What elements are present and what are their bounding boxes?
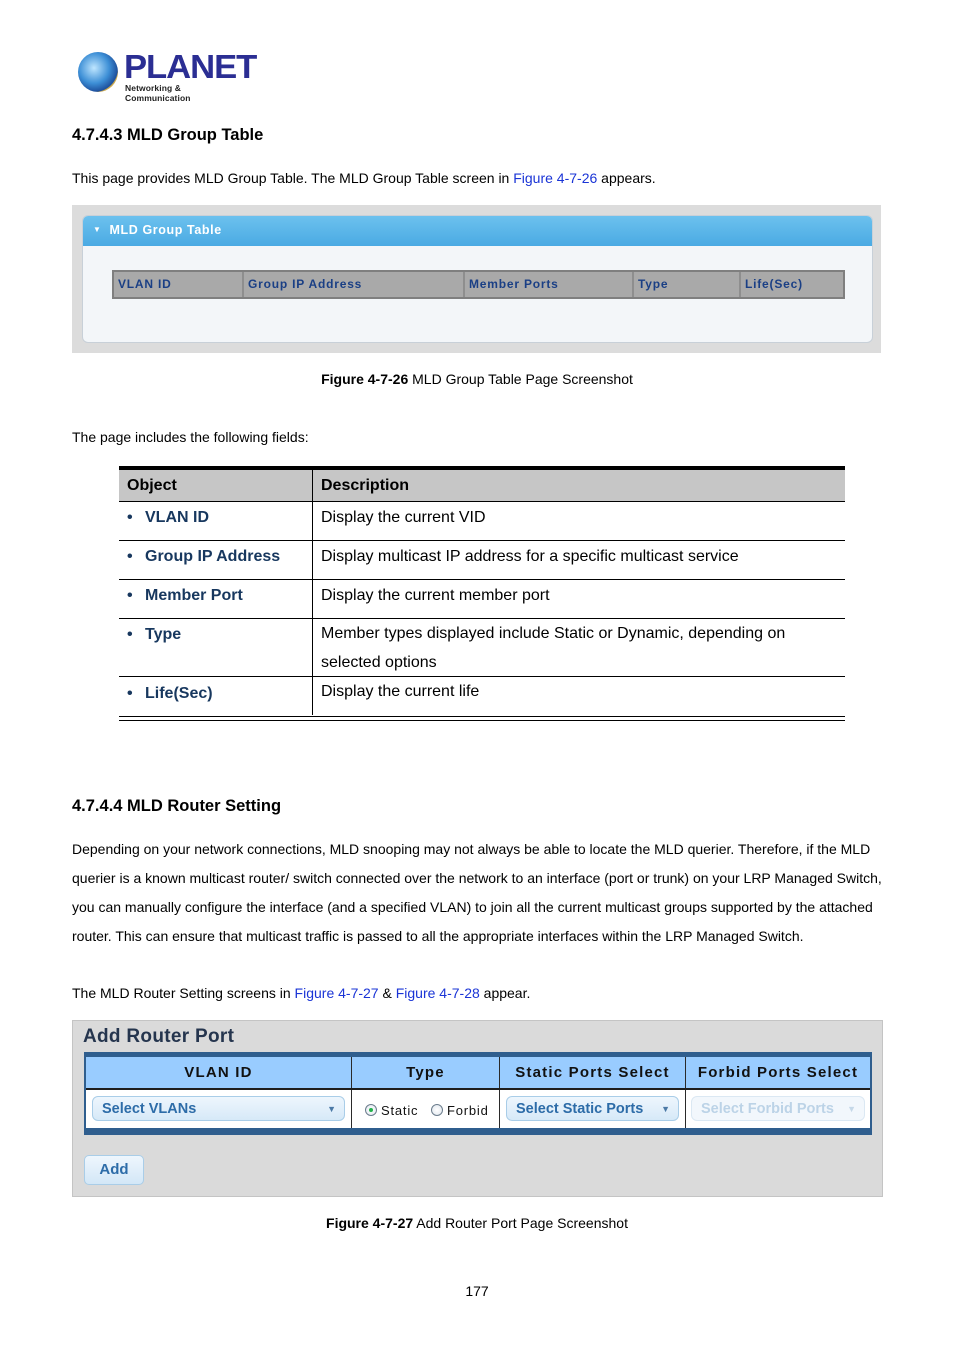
add-router-port-title: Add Router Port bbox=[83, 1026, 235, 1047]
column-header: Member Ports bbox=[465, 272, 634, 297]
chevron-down-icon: ▼ bbox=[847, 1104, 856, 1114]
router-table-row: Select VLANs ▼ Static Forbid Select Stat… bbox=[86, 1090, 870, 1128]
type-static-radio[interactable] bbox=[365, 1104, 377, 1116]
group-table-header: VLAN ID Group IP Address Member Ports Ty… bbox=[112, 270, 845, 299]
field-description: Display multicast IP address for a speci… bbox=[321, 548, 739, 565]
section-intro: This page provides MLD Group Table. The … bbox=[72, 164, 656, 193]
column-header: Forbid Ports Select bbox=[697, 1064, 859, 1081]
caption-label: Figure 4-7-26 bbox=[321, 371, 409, 387]
table-header-row: Object Description bbox=[119, 469, 845, 502]
router-port-table: VLAN ID Type Static Ports Select Forbid … bbox=[84, 1052, 872, 1135]
select-static-ports-dropdown[interactable]: Select Static Ports ▼ bbox=[506, 1096, 679, 1121]
globe-icon bbox=[78, 52, 118, 92]
caption-text: Add Router Port Page Screenshot bbox=[413, 1215, 628, 1231]
field-description: Display the current VID bbox=[321, 509, 486, 526]
chevron-down-icon: ▼ bbox=[327, 1104, 336, 1114]
dropdown-value: Select VLANs bbox=[102, 1101, 197, 1117]
radio-label: Forbid bbox=[447, 1103, 489, 1118]
column-header: Type bbox=[352, 1057, 500, 1088]
select-forbid-ports-dropdown: Select Forbid Ports ▼ bbox=[691, 1096, 865, 1121]
section-paragraph: Depending on your network connections, M… bbox=[72, 841, 882, 944]
section-heading-mld-router-setting: 4.7.4.4 MLD Router Setting bbox=[72, 797, 282, 815]
column-header: Type bbox=[634, 272, 741, 297]
column-header: VLAN ID bbox=[86, 1057, 352, 1088]
field-object: VLAN ID bbox=[145, 509, 209, 526]
column-header: Static Ports Select bbox=[500, 1057, 686, 1088]
dropdown-value: Select Static Ports bbox=[516, 1101, 644, 1117]
panel-title: MLD Group Table bbox=[109, 223, 222, 237]
intro-text: This page provides MLD Group Table. The … bbox=[72, 170, 514, 186]
planet-logo: PLANET Networking & Communication bbox=[78, 48, 257, 103]
page-number: 177 bbox=[465, 1283, 489, 1299]
header-object: Object bbox=[119, 470, 313, 501]
field-description: Display the current life bbox=[321, 683, 480, 700]
collapse-triangle-icon[interactable]: ▼ bbox=[93, 216, 102, 244]
field-description: Display the current member port bbox=[321, 587, 550, 604]
section-heading-mld-group-table: 4.7.4.3 MLD Group Table bbox=[72, 126, 264, 144]
fields-intro: The page includes the following fields: bbox=[72, 429, 309, 445]
figure-caption: Figure 4-7-27 Add Router Port Page Scree… bbox=[0, 1215, 954, 1231]
dropdown-value: Select Forbid Ports bbox=[701, 1101, 834, 1117]
field-object: Type bbox=[145, 626, 182, 643]
intro-text-end: appears. bbox=[597, 170, 656, 186]
chevron-down-icon: ▼ bbox=[661, 1104, 670, 1114]
screens-text-end: appear. bbox=[479, 985, 531, 1001]
logo-brand: PLANET bbox=[124, 48, 257, 85]
mld-group-table-panel: ▼ MLD Group Table VLAN ID Group IP Addres… bbox=[82, 215, 873, 343]
column-header: Group IP Address bbox=[244, 272, 465, 297]
caption-label: Figure 4-7-27 bbox=[326, 1215, 414, 1231]
column-header: VLAN ID bbox=[114, 272, 244, 297]
field-description: Member types displayed include Static or… bbox=[321, 625, 786, 671]
table-row: • Life(Sec) Display the current life bbox=[119, 677, 845, 715]
field-object: Member Port bbox=[145, 587, 243, 604]
figure-caption: Figure 4-7-26 MLD Group Table Page Scree… bbox=[0, 371, 954, 387]
field-object: Life(Sec) bbox=[145, 685, 213, 702]
type-forbid-radio[interactable] bbox=[431, 1104, 443, 1116]
field-object: Group IP Address bbox=[145, 548, 281, 565]
table-row: • Type Member types displayed include Sta… bbox=[119, 619, 845, 677]
select-vlans-dropdown[interactable]: Select VLANs ▼ bbox=[92, 1096, 345, 1121]
router-table-header: VLAN ID Type Static Ports Select Forbid … bbox=[86, 1057, 870, 1090]
table-row: • Group IP Address Display multicast IP a… bbox=[119, 541, 845, 580]
add-router-port-screenshot: Add Router Port VLAN ID Type Static Port… bbox=[72, 1020, 883, 1197]
column-header: Life(Sec) bbox=[745, 277, 803, 291]
mld-group-table-screenshot: ▼ MLD Group Table VLAN ID Group IP Addres… bbox=[72, 205, 881, 353]
table-row: • VLAN ID Display the current VID bbox=[119, 502, 845, 541]
header-description: Description bbox=[321, 477, 410, 494]
table-row: • Member Port Display the current member … bbox=[119, 580, 845, 619]
screens-text: The MLD Router Setting screens in bbox=[72, 985, 295, 1001]
figure-link[interactable]: Figure 4-7-27 bbox=[295, 985, 379, 1001]
screens-intro: The MLD Router Setting screens in Figure… bbox=[72, 979, 530, 1008]
figure-link[interactable]: Figure 4-7-26 bbox=[513, 170, 597, 186]
panel-header[interactable]: ▼ MLD Group Table bbox=[83, 216, 872, 246]
fields-table: Object Description • VLAN ID Display the … bbox=[119, 466, 845, 721]
screens-text: & bbox=[378, 985, 396, 1001]
add-button[interactable]: Add bbox=[84, 1155, 144, 1185]
figure-link[interactable]: Figure 4-7-28 bbox=[396, 985, 480, 1001]
caption-text: MLD Group Table Page Screenshot bbox=[408, 371, 633, 387]
logo-tagline: Networking & Communication bbox=[125, 83, 191, 103]
radio-label: Static bbox=[381, 1103, 419, 1118]
